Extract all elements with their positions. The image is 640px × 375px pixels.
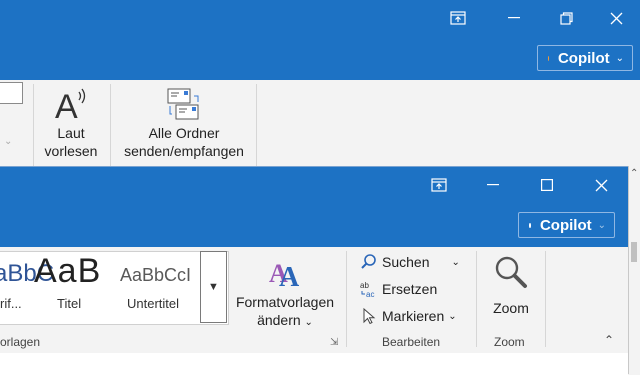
- close-icon[interactable]: [602, 8, 630, 28]
- style-name-title: Titel: [57, 296, 82, 311]
- ribbon-separator: [110, 84, 111, 168]
- style-name-subtle: rif...: [0, 296, 22, 311]
- word-titlebar: Copilot ⌄: [0, 167, 628, 247]
- select-label: Markieren: [382, 308, 445, 324]
- collapse-ribbon-icon[interactable]: ⌃: [604, 333, 614, 347]
- scrollbar-thumb[interactable]: [631, 242, 637, 262]
- search-icon: [361, 254, 376, 269]
- change-styles-icon: AA: [232, 253, 338, 293]
- copilot-icon: [529, 222, 531, 228]
- copilot-button[interactable]: Copilot ⌄: [537, 45, 633, 71]
- read-aloud-label-2: vorlesen: [44, 143, 98, 159]
- styles-group-label: orlagen: [0, 335, 41, 349]
- ribbon-separator: [476, 251, 477, 347]
- word-window: Copilot ⌄ aBbC rif... AaB Titel AaBbCcI …: [0, 166, 628, 375]
- outlook-titlebar: Copilot ⌄: [0, 0, 640, 80]
- style-item-subtitle[interactable]: AaBbCcI Untertitel: [115, 252, 197, 324]
- ribbon-separator: [33, 84, 34, 168]
- chevron-up-icon: ⌃: [630, 168, 639, 179]
- maximize-icon[interactable]: [552, 8, 580, 28]
- svg-text:ab: ab: [360, 281, 369, 290]
- outlook-ribbon: ⌄ A Laut vorlesen Alle Ordner senden/emp…: [0, 80, 640, 170]
- ribbon-separator: [346, 251, 347, 347]
- change-styles-label-1: Formatvorlagen: [235, 294, 335, 310]
- change-styles-label-2: ändern: [257, 312, 301, 328]
- style-sample-subtitle: AaBbCcI: [120, 265, 192, 285]
- chevron-down-icon: ⌄: [304, 317, 313, 328]
- search-field[interactable]: [0, 82, 23, 104]
- outlook-window: Copilot ⌄ ⌄ A Laut vorlesen Alle Ordner …: [0, 0, 640, 170]
- chevron-down-icon: ⌄: [448, 310, 457, 322]
- replace-button[interactable]: ab ac Ersetzen: [360, 278, 437, 300]
- svg-text:ac: ac: [366, 290, 374, 298]
- cursor-arrow-icon: [363, 307, 376, 325]
- send-receive-icon: [114, 84, 254, 124]
- ribbon-separator: [256, 84, 257, 168]
- minimize-icon[interactable]: [479, 175, 507, 195]
- document-area[interactable]: [0, 353, 628, 375]
- replace-icon: abac: [360, 281, 374, 298]
- word-ribbon: aBbC rif... AaB Titel AaBbCcI Untertitel…: [0, 247, 628, 353]
- zoom-label: Zoom: [493, 300, 529, 316]
- send-receive-all-button[interactable]: Alle Ordner senden/empfangen: [114, 84, 254, 168]
- style-name-subtitle: Untertitel: [127, 296, 180, 311]
- chevron-down-icon: ⌄: [597, 219, 606, 231]
- ribbon-separator: [545, 251, 546, 347]
- dialog-launcher-icon[interactable]: ⇲: [330, 337, 338, 348]
- restore-window-icon[interactable]: [425, 175, 453, 195]
- chevron-down-icon: ⌄: [4, 136, 13, 147]
- read-aloud-icon: A: [36, 84, 106, 124]
- gallery-more-button[interactable]: ▼: [200, 251, 227, 323]
- gallery-expand-icon: ▼: [208, 281, 219, 293]
- send-receive-label-1: Alle Ordner: [148, 125, 220, 141]
- svg-text:A: A: [55, 88, 78, 122]
- style-item-title[interactable]: AaB Titel: [30, 252, 110, 324]
- copilot-label: Copilot: [539, 216, 592, 234]
- read-aloud-label-1: Laut: [57, 125, 85, 141]
- svg-text:A: A: [279, 262, 300, 290]
- zoom-group-label: Zoom: [494, 335, 525, 349]
- replace-label: Ersetzen: [382, 281, 438, 297]
- editing-group-label: Bearbeiten: [382, 335, 441, 349]
- maximize-icon[interactable]: [533, 175, 561, 195]
- zoom-button[interactable]: Zoom: [480, 251, 542, 327]
- minimize-icon[interactable]: [500, 8, 528, 28]
- select-button[interactable]: Markieren ⌄: [360, 305, 457, 327]
- read-aloud-button[interactable]: A Laut vorlesen: [36, 84, 106, 168]
- find-label: Suchen: [382, 254, 430, 270]
- copilot-icon: [548, 55, 549, 61]
- chevron-down-icon: ⌄: [615, 52, 624, 64]
- copilot-button[interactable]: Copilot ⌄: [518, 212, 615, 238]
- close-icon[interactable]: [587, 175, 615, 195]
- style-sample-title: AaB: [34, 252, 102, 290]
- send-receive-label-2: senden/empfangen: [124, 143, 244, 159]
- styles-gallery[interactable]: aBbC rif... AaB Titel AaBbCcI Untertitel: [0, 251, 229, 325]
- restore-window-icon[interactable]: [444, 8, 472, 28]
- change-styles-button[interactable]: AA Formatvorlagen ändern ⌄: [232, 253, 338, 329]
- back-window-scrollbar[interactable]: ⌃: [628, 166, 640, 374]
- find-button[interactable]: Suchen ⌄: [360, 251, 460, 273]
- zoom-icon: [480, 251, 542, 293]
- copilot-label: Copilot: [557, 49, 610, 67]
- chevron-down-icon: ⌄: [451, 256, 460, 268]
